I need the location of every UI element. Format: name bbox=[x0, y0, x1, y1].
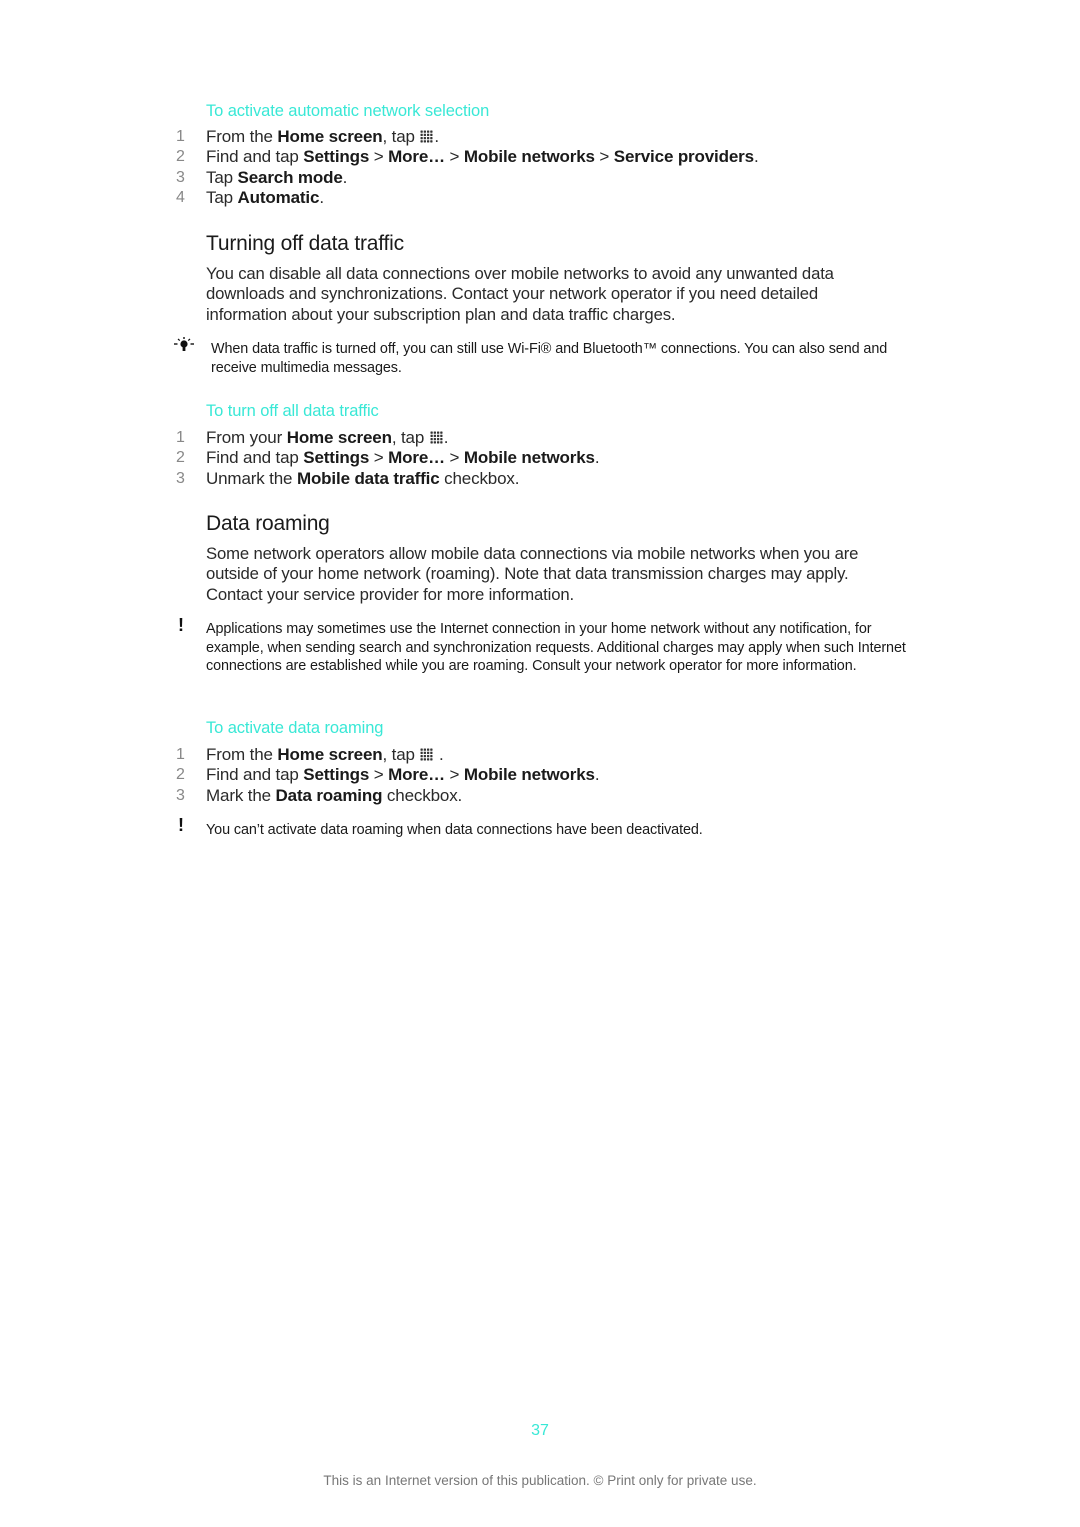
exclamation-warning-icon: ! bbox=[178, 815, 184, 835]
step-number: 1 bbox=[176, 746, 185, 763]
warning-note: Applications may sometimes use the Inter… bbox=[206, 621, 906, 675]
step-text: Unmark the Mobile data traffic checkbox. bbox=[206, 468, 520, 488]
step-text: From the Home screen, tap . bbox=[206, 127, 439, 146]
subheading-activate-roaming: To activate data roaming bbox=[206, 719, 384, 737]
exclamation-warning-icon: ! bbox=[178, 615, 184, 635]
warning-note-roaming: You can’t activate data roaming when dat… bbox=[206, 822, 703, 838]
step-number: 3 bbox=[176, 786, 185, 804]
subheading-turn-off-all: To turn off all data traffic bbox=[206, 402, 379, 420]
subheading-auto-network: To activate automatic network selection bbox=[206, 102, 490, 120]
footer-notice: This is an Internet version of this publ… bbox=[323, 1473, 757, 1488]
step-number: 1 bbox=[176, 128, 185, 145]
step-number: 1 bbox=[176, 429, 185, 446]
apps-grid-icon bbox=[429, 431, 443, 444]
step-number: 3 bbox=[176, 469, 185, 487]
paragraph-data-roaming: Some network operators allow mobile data… bbox=[206, 544, 859, 604]
step-number: 2 bbox=[176, 148, 185, 166]
tip-note: When data traffic is turned off, you can… bbox=[211, 341, 888, 376]
step-text: From your Home screen, tap . bbox=[206, 428, 449, 447]
paragraph-turning-off: You can disable all data connections ove… bbox=[206, 264, 834, 324]
heading-turning-off-data-traffic: Turning off data traffic bbox=[206, 232, 404, 255]
page-number: 37 bbox=[531, 1422, 549, 1439]
step-text: Find and tap Settings > More… > Mobile n… bbox=[206, 448, 600, 468]
step-text: Find and tap Settings > More… > Mobile n… bbox=[206, 765, 600, 785]
apps-grid-icon bbox=[420, 748, 434, 761]
step-number: 4 bbox=[176, 188, 185, 206]
step-text: From the Home screen, tap . bbox=[206, 745, 444, 764]
step-number: 3 bbox=[176, 168, 185, 186]
apps-grid-icon bbox=[420, 130, 434, 143]
step-text: Mark the Data roaming checkbox. bbox=[206, 785, 463, 805]
step-text: Tap Automatic. bbox=[206, 187, 324, 207]
step-number: 2 bbox=[176, 766, 185, 784]
heading-data-roaming: Data roaming bbox=[206, 512, 330, 535]
manual-page: To activate automatic network selection … bbox=[0, 0, 1080, 1527]
step-text: Find and tap Settings > More… > Mobile n… bbox=[206, 147, 759, 167]
step-text: Tap Search mode. bbox=[206, 167, 348, 187]
lightbulb-tip-icon bbox=[174, 337, 194, 351]
step-number: 2 bbox=[176, 449, 185, 467]
